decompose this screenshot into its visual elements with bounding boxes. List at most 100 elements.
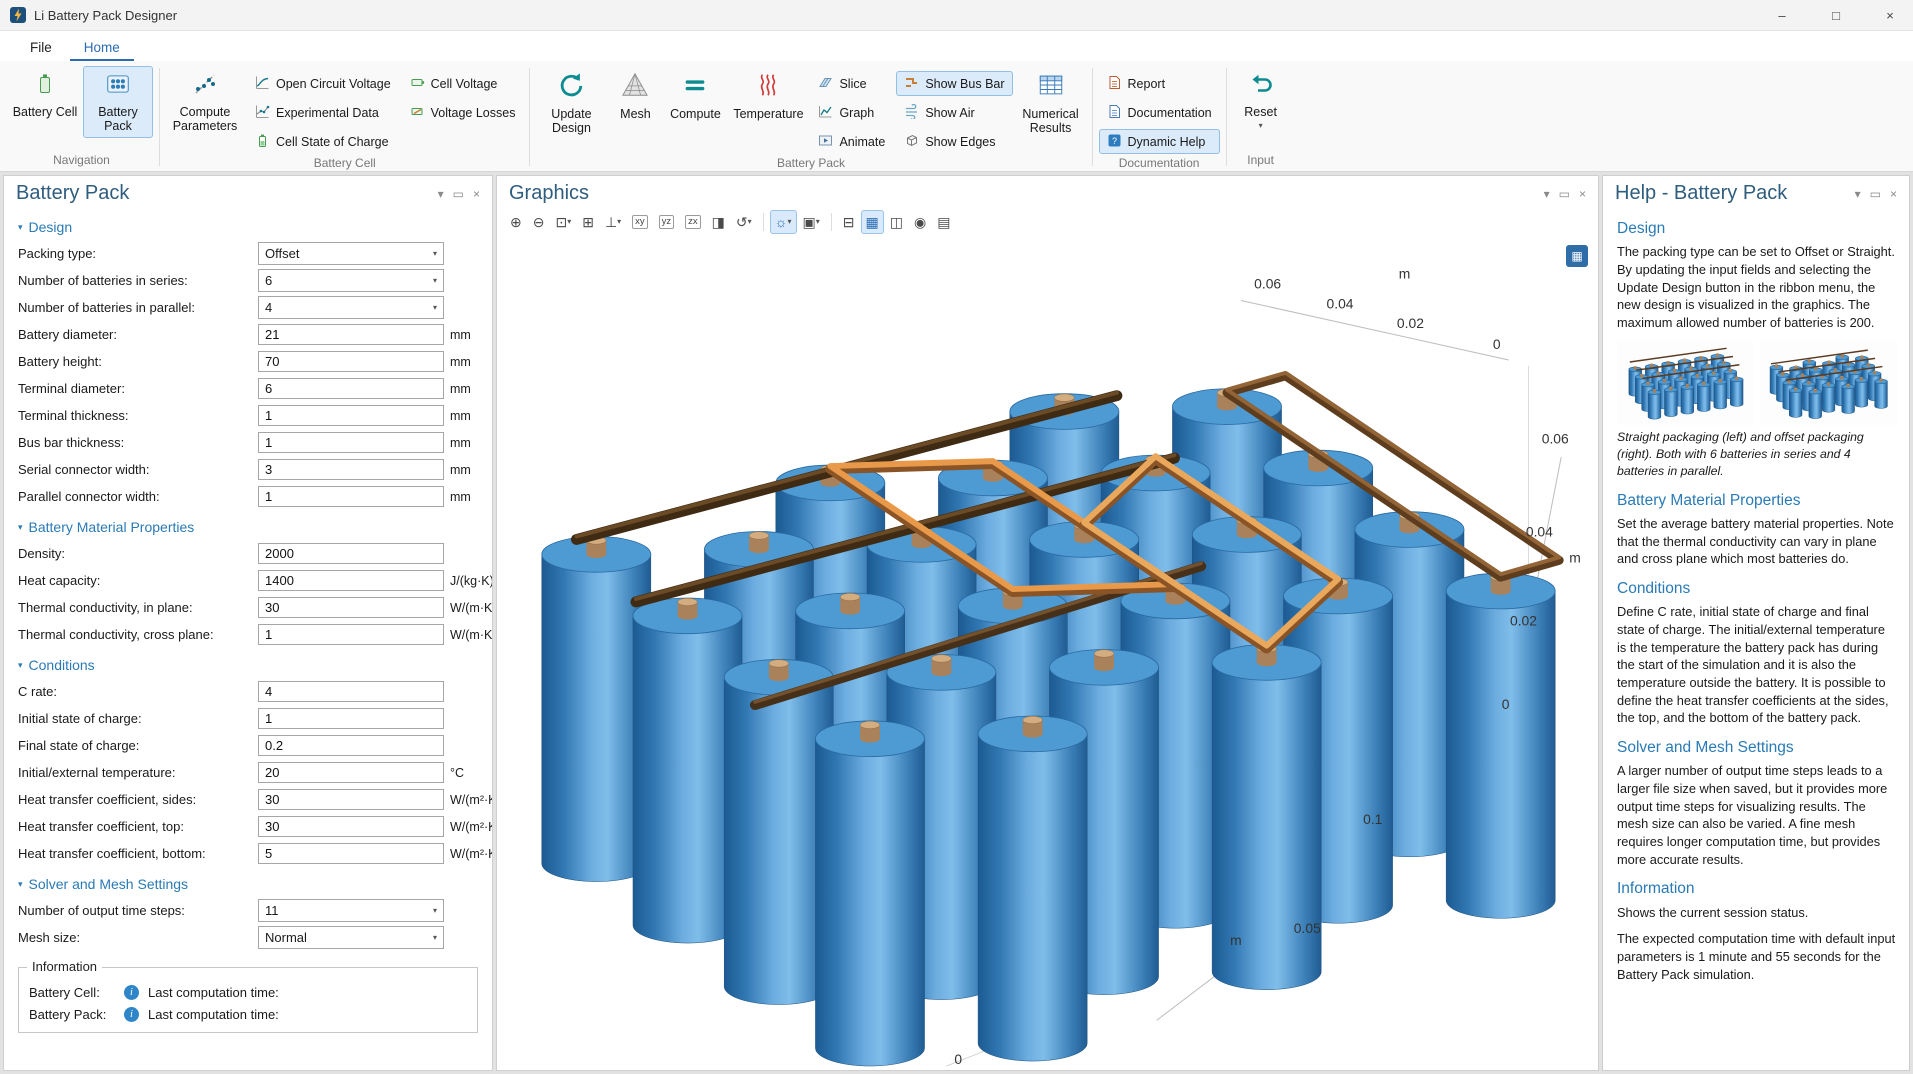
panel-close-icon[interactable]: × [1890, 187, 1897, 201]
mesh-size-select[interactable]: Normal ▾ [258, 926, 444, 949]
setting-label: Density: [18, 546, 252, 561]
zoom-in-button[interactable]: ⊕ [505, 210, 527, 234]
htc-bottom-input[interactable] [258, 843, 444, 864]
view-zx-button[interactable]: zx [680, 210, 706, 234]
setting-row: Packing type: Offset ▾ [18, 242, 486, 265]
close-button[interactable]: × [1867, 0, 1913, 30]
slice-button[interactable]: Slice [810, 71, 893, 96]
copy-plot-button[interactable]: ⊟ [838, 210, 860, 234]
update-view-button[interactable]: ↺▾ [731, 210, 757, 234]
bus-bar-thickness-input[interactable] [258, 432, 444, 453]
temperature-button[interactable]: Temperature [729, 66, 807, 125]
update-design-button[interactable]: Update Design [536, 66, 606, 140]
cell-voltage-button[interactable]: Cell Voltage [402, 71, 524, 96]
thermal-conductivity-cross-plane-input[interactable] [258, 624, 444, 645]
section-design[interactable]: ▾ Design [18, 219, 486, 235]
compute-button[interactable]: Compute [664, 66, 726, 125]
maximize-button[interactable]: □ [1813, 0, 1859, 30]
experimental-data-button[interactable]: Experimental Data [247, 100, 399, 125]
battery-pack-button[interactable]: Battery Pack [83, 66, 153, 138]
cell-state-of-charge-button[interactable]: Cell State of Charge [247, 129, 399, 154]
battery-height-input[interactable] [258, 351, 444, 372]
chevron-down-icon: ▾ [567, 218, 571, 226]
section-title: Battery Material Properties [29, 519, 195, 535]
zoom-box-button[interactable]: ⊡▾ [550, 210, 576, 234]
panel-close-icon[interactable]: × [1579, 187, 1586, 201]
cell-state-of-charge-icon [255, 133, 270, 151]
battery-cell-button[interactable]: Battery Cell [10, 66, 80, 123]
panel-menu-icon[interactable]: ▾ [438, 187, 444, 201]
setting-label: Heat transfer coefficient, top: [18, 819, 252, 834]
parallel-connector-width-input[interactable] [258, 486, 444, 507]
initial-temperature-input[interactable] [258, 762, 444, 783]
panel-float-icon[interactable]: ▭ [1870, 187, 1881, 201]
terminal-thickness-input[interactable] [258, 405, 444, 426]
chevron-down-icon: ▾ [18, 222, 23, 233]
view-xy-button[interactable]: xy [627, 210, 653, 234]
menu-bar: File Home [0, 31, 1913, 61]
open-circuit-voltage-button[interactable]: Open Circuit Voltage [247, 71, 399, 96]
view-settings-button[interactable]: ▦ [1566, 245, 1588, 267]
section-solver-mesh[interactable]: ▾ Solver and Mesh Settings [18, 876, 486, 892]
tab-home[interactable]: Home [70, 35, 134, 61]
packing-type-select[interactable]: Offset ▾ [258, 242, 444, 265]
series-count-select[interactable]: 6 ▾ [258, 269, 444, 292]
graphics-canvas[interactable]: 0.06 0.04 0.02 0 m 0.06 0.04 m 0.02 0 0.… [497, 237, 1598, 1070]
show-bus-bar-button[interactable]: Show Bus Bar [896, 71, 1012, 96]
dynamic-help-button[interactable]: ? Dynamic Help [1099, 129, 1220, 154]
split-view-button[interactable]: ◫ [885, 210, 908, 234]
scene-light-button[interactable]: ☼▾ [770, 210, 797, 234]
zoom-extents-button[interactable]: ⊞ [577, 210, 599, 234]
view-yz-button[interactable]: yz [654, 210, 680, 234]
go-to-view-button[interactable]: ⊥▾ [600, 210, 626, 234]
serial-connector-width-input[interactable] [258, 459, 444, 480]
c-rate-input[interactable] [258, 681, 444, 702]
compute-parameters-button[interactable]: Compute Parameters [166, 66, 244, 138]
terminal-diameter-input[interactable] [258, 378, 444, 399]
numerical-results-button[interactable]: Numerical Results [1016, 66, 1086, 140]
reset-button[interactable]: Reset ▾ [1233, 66, 1289, 134]
final-soc-input[interactable] [258, 735, 444, 756]
tab-file[interactable]: File [16, 35, 66, 61]
button-label: Temperature [733, 107, 803, 121]
snapshot-button[interactable]: ◉ [909, 210, 931, 234]
view-layout-button[interactable]: ▣▾ [798, 210, 825, 234]
show-grid-button[interactable]: ▦ [861, 210, 884, 234]
default-view-button[interactable]: ◨ [707, 210, 730, 234]
voltage-losses-button[interactable]: Voltage Losses [402, 100, 524, 125]
battery-diameter-input[interactable] [258, 324, 444, 345]
graph-button[interactable]: Graph [810, 100, 893, 125]
output-time-steps-select[interactable]: 11 ▾ [258, 899, 444, 922]
htc-top-input[interactable] [258, 816, 444, 837]
density-input[interactable] [258, 543, 444, 564]
show-air-button[interactable]: Show Air [896, 100, 1012, 125]
section-battery-material-properties[interactable]: ▾ Battery Material Properties [18, 519, 486, 535]
parallel-count-select[interactable]: 4 ▾ [258, 296, 444, 319]
button-label: Battery Cell [13, 105, 78, 119]
thermal-conductivity-in-plane-input[interactable] [258, 597, 444, 618]
panel-close-icon[interactable]: × [473, 187, 480, 201]
panel-float-icon[interactable]: ▭ [1559, 187, 1570, 201]
axis-tick-label: 0.05 [1294, 920, 1321, 936]
report-button[interactable]: Report [1099, 71, 1220, 96]
show-edges-button[interactable]: Show Edges [896, 129, 1012, 154]
ribbon-group-battery-cell: Compute Parameters Open Circuit Voltage … [160, 63, 529, 171]
cell-voltage-icon [410, 75, 425, 93]
initial-soc-input[interactable] [258, 708, 444, 729]
help-heading-battery-material-properties: Battery Material Properties [1617, 490, 1897, 511]
straight-pack-image [1617, 341, 1754, 425]
minimize-button[interactable]: – [1759, 0, 1805, 30]
documentation-button[interactable]: Documentation [1099, 100, 1220, 125]
zoom-out-button[interactable]: ⊖ [528, 210, 550, 234]
heat-capacity-input[interactable] [258, 570, 444, 591]
mesh-button[interactable]: Mesh [609, 66, 661, 125]
htc-sides-input[interactable] [258, 789, 444, 810]
unit-label: mm [450, 436, 486, 450]
panel-menu-icon[interactable]: ▾ [1544, 187, 1550, 201]
section-conditions[interactable]: ▾ Conditions [18, 657, 486, 673]
panel-float-icon[interactable]: ▭ [453, 187, 464, 201]
animate-button[interactable]: Animate [810, 129, 893, 154]
ribbon-group-label: Input [1227, 151, 1295, 171]
print-button[interactable]: ▤ [932, 210, 955, 234]
panel-menu-icon[interactable]: ▾ [1855, 187, 1861, 201]
